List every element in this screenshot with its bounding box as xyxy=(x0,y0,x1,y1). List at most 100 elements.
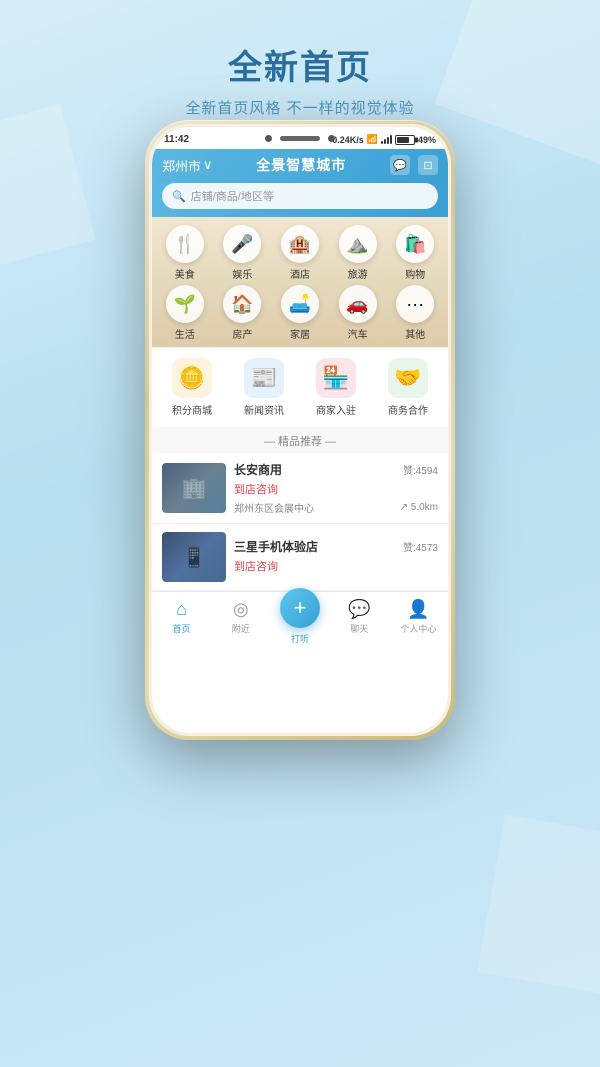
rec-thumbnail: 🏢 xyxy=(162,463,226,513)
phone-outer-shell: 11:42 0.24K/s 📶 xyxy=(145,120,455,740)
bar-1 xyxy=(381,141,383,144)
search-icon: 🔍 xyxy=(172,190,186,203)
rec-item[interactable]: 🏢 长安商用 赞:4594 到店咨询 郑州东区会展中心 ↗ 5.0km xyxy=(152,453,448,524)
search-input[interactable]: 🔍 店铺/商品/地区等 xyxy=(162,183,438,209)
search-placeholder: 店铺/商品/地区等 xyxy=(191,188,274,204)
nav-item-打听[interactable]: + 打听 xyxy=(270,588,329,645)
rec-info: 三星手机体验店 赞:4573 到店咨询 xyxy=(234,538,438,577)
phone-mockup: 11:42 0.24K/s 📶 xyxy=(145,120,455,740)
category-icon: 🎤 xyxy=(223,225,261,263)
nav-item-个人中心[interactable]: 👤 个人中心 xyxy=(389,599,448,635)
nav-icon: ◎ xyxy=(233,599,249,620)
quick-item-积分商城[interactable]: 🪙 积分商城 xyxy=(158,358,226,417)
category-section: 🍴 美食 🎤 娱乐 🏨 酒店 ⛰️ 旅游 🛍️ 购物 🌱 生活 🏠 房产 xyxy=(152,217,448,347)
phone-screen: 11:42 0.24K/s 📶 xyxy=(152,127,448,733)
rec-action[interactable]: 到店咨询 xyxy=(234,481,438,497)
battery-fill xyxy=(397,137,409,143)
category-item-汽车[interactable]: 🚗 汽车 xyxy=(331,285,385,341)
page-subtitle: 全新首页风格 不一样的视觉体验 xyxy=(0,97,600,118)
nav-item-聊天[interactable]: 💬 聊天 xyxy=(330,599,389,635)
phone-top-bar xyxy=(265,135,335,142)
speaker-bar xyxy=(280,136,320,141)
nav-label: 打听 xyxy=(291,632,309,645)
category-label: 购物 xyxy=(405,266,425,281)
nav-item-附近[interactable]: ◎ 附近 xyxy=(211,599,270,635)
proximity-sensor xyxy=(328,135,335,142)
nav-label: 聊天 xyxy=(350,622,368,635)
recommendations-list: 🏢 长安商用 赞:4594 到店咨询 郑州东区会展中心 ↗ 5.0km 📱 三星… xyxy=(152,453,448,591)
quick-item-新闻资讯[interactable]: 📰 新闻资讯 xyxy=(230,358,298,417)
category-icon: 🏠 xyxy=(223,285,261,323)
rec-likes: 赞:4573 xyxy=(403,539,438,554)
battery-icon xyxy=(395,135,415,145)
quick-icon: 🏪 xyxy=(316,358,356,398)
category-label: 生活 xyxy=(175,326,195,341)
rec-thumbnail: 📱 xyxy=(162,532,226,582)
nav-icon: 👤 xyxy=(407,599,429,620)
chat-icon: 💬 xyxy=(393,159,407,172)
city-name: 郑州市 xyxy=(162,156,201,175)
category-icon: 🍴 xyxy=(166,225,204,263)
quick-icon: 📰 xyxy=(244,358,284,398)
category-item-美食[interactable]: 🍴 美食 xyxy=(158,225,212,281)
rec-likes: 赞:4594 xyxy=(403,462,438,477)
category-icon: 🚗 xyxy=(339,285,377,323)
category-icon: ⛰️ xyxy=(339,225,377,263)
nav-icon: 💬 xyxy=(348,599,370,620)
bg-decoration-left xyxy=(0,104,96,275)
rec-name: 三星手机体验店 xyxy=(234,538,318,555)
category-item-生活[interactable]: 🌱 生活 xyxy=(158,285,212,341)
bar-3 xyxy=(387,137,389,144)
search-bar-area: 🔍 店铺/商品/地区等 xyxy=(152,183,448,217)
city-selector[interactable]: 郑州市 ∨ xyxy=(162,156,213,175)
app-header: 郑州市 ∨ 全景智慧城市 💬 ⊡ xyxy=(152,149,448,183)
category-item-房产[interactable]: 🏠 房产 xyxy=(216,285,270,341)
quick-icon: 🪙 xyxy=(172,358,212,398)
quick-label: 商务合作 xyxy=(388,402,428,417)
battery-percent: 49% xyxy=(418,135,436,145)
quick-item-商务合作[interactable]: 🤝 商务合作 xyxy=(374,358,442,417)
quick-item-商家入驻[interactable]: 🏪 商家入驻 xyxy=(302,358,370,417)
category-label: 家居 xyxy=(290,326,310,341)
status-signal-text: 0.24K/s xyxy=(332,135,364,145)
quick-label: 新闻资讯 xyxy=(244,402,284,417)
rec-distance: ↗ 5.0km xyxy=(400,502,438,513)
category-item-家居[interactable]: 🛋️ 家居 xyxy=(273,285,327,341)
category-item-酒店[interactable]: 🏨 酒店 xyxy=(273,225,327,281)
bottom-navigation: ⌂ 首页 ◎ 附近 + 打听 💬 聊天 👤 个人中心 xyxy=(152,591,448,641)
header-section: 全新首页 全新首页风格 不一样的视觉体验 xyxy=(0,40,600,118)
quick-label: 商家入驻 xyxy=(316,402,356,417)
bar-2 xyxy=(384,139,386,144)
category-label: 房产 xyxy=(232,326,252,341)
quick-label: 积分商城 xyxy=(172,402,212,417)
nav-label: 首页 xyxy=(173,622,191,635)
category-label: 娱乐 xyxy=(232,266,252,281)
category-item-其他[interactable]: ··· 其他 xyxy=(388,285,442,341)
category-label: 酒店 xyxy=(290,266,310,281)
nav-icon: ⌂ xyxy=(176,599,187,620)
scan-icon-btn[interactable]: ⊡ xyxy=(418,155,438,175)
wifi-icon: 📶 xyxy=(367,134,378,145)
rec-action[interactable]: 到店咨询 xyxy=(234,558,438,574)
category-icon: 🌱 xyxy=(166,285,204,323)
plus-button[interactable]: + xyxy=(280,588,320,628)
nav-label: 附近 xyxy=(232,622,250,635)
categories-grid: 🍴 美食 🎤 娱乐 🏨 酒店 ⛰️ 旅游 🛍️ 购物 🌱 生活 🏠 房产 xyxy=(152,217,448,347)
category-label: 其他 xyxy=(405,326,425,341)
category-item-旅游[interactable]: ⛰️ 旅游 xyxy=(331,225,385,281)
category-icon: ··· xyxy=(396,285,434,323)
dropdown-arrow: ∨ xyxy=(203,157,213,173)
rec-info: 长安商用 赞:4594 到店咨询 郑州东区会展中心 ↗ 5.0km xyxy=(234,461,438,515)
camera-dot xyxy=(265,135,272,142)
category-label: 美食 xyxy=(175,266,195,281)
nav-label: 个人中心 xyxy=(400,622,436,635)
message-icon-btn[interactable]: 💬 xyxy=(390,155,410,175)
category-item-娱乐[interactable]: 🎤 娱乐 xyxy=(216,225,270,281)
battery-tip xyxy=(415,137,418,142)
quick-icon: 🤝 xyxy=(388,358,428,398)
rec-item[interactable]: 📱 三星手机体验店 赞:4573 到店咨询 xyxy=(152,524,448,591)
nav-item-首页[interactable]: ⌂ 首页 xyxy=(152,599,211,635)
status-right: 0.24K/s 📶 49% xyxy=(332,134,436,145)
rec-name: 长安商用 xyxy=(234,461,282,478)
category-item-购物[interactable]: 🛍️ 购物 xyxy=(388,225,442,281)
